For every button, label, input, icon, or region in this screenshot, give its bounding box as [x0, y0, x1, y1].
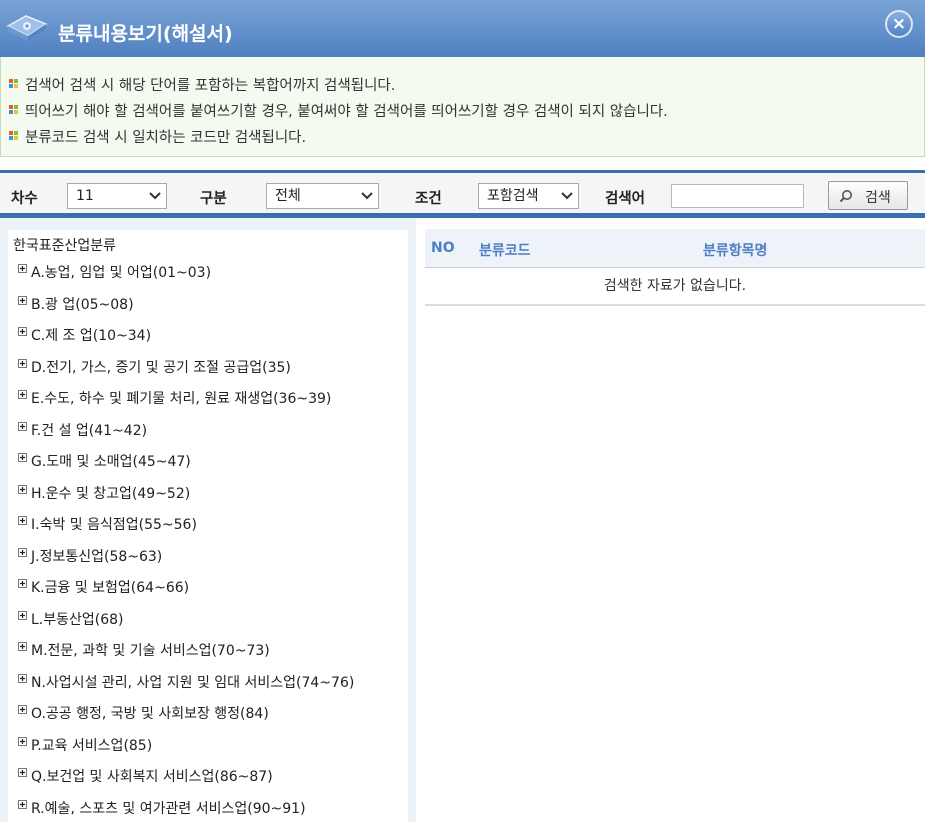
column-header-no: NO — [431, 240, 455, 256]
tree-item-label[interactable]: N.사업시설 관리, 사업 지원 및 임대 서비스업(74~76) — [31, 672, 354, 692]
expand-plus-icon[interactable] — [18, 484, 27, 494]
category-select[interactable]: 전체 — [266, 183, 379, 209]
expand-plus-icon[interactable] — [18, 736, 27, 746]
expand-plus-icon[interactable] — [18, 579, 27, 588]
title-bar: 분류내용보기(해설서) × — [0, 0, 925, 57]
tree-item[interactable]: H.운수 및 창고업(49~52) — [18, 483, 190, 505]
notice-text: 분류코드 검색 시 일치하는 코드만 검색됩니다. — [25, 130, 307, 146]
edition-label: 차수 — [11, 191, 38, 207]
tree-item[interactable]: N.사업시설 관리, 사업 지원 및 임대 서비스업(74~76) — [18, 672, 354, 694]
edition-select[interactable]: 11 — [67, 183, 167, 209]
notice-item: 분류코드 검색 시 일치하는 코드만 검색됩니다. — [9, 126, 306, 147]
search-button[interactable]: 검색 — [828, 181, 908, 210]
expand-plus-icon[interactable] — [18, 358, 27, 368]
tree-item[interactable]: B.광 업(05~08) — [18, 294, 134, 316]
close-icon: × — [891, 14, 907, 34]
tree-item-label[interactable]: E.수도, 하수 및 폐기물 처리, 원료 재생업(36~39) — [31, 388, 331, 408]
expand-plus-icon[interactable] — [18, 390, 27, 399]
expand-plus-icon[interactable] — [18, 768, 27, 777]
tree-item[interactable]: Q.보건업 및 사회복지 서비스업(86~87) — [18, 766, 273, 788]
expand-plus-icon[interactable] — [18, 705, 27, 714]
notice-item: 띄어쓰기 해야 할 검색어를 붙여쓰기할 경우, 붙여써야 할 검색어를 띄어쓰… — [9, 100, 668, 121]
window-title: 분류내용보기(해설서) — [58, 23, 233, 45]
tree-item[interactable]: C.제 조 업(10~34) — [18, 325, 151, 347]
tree-item-label[interactable]: A.농업, 임업 및 어업(01~03) — [31, 262, 211, 282]
tree-item[interactable]: F.건 설 업(41~42) — [18, 420, 147, 442]
tree-item-label[interactable]: P.교육 서비스업(85) — [31, 735, 152, 755]
tree-item-label[interactable]: R.예술, 스포츠 및 여가관련 서비스업(90~91) — [31, 798, 306, 818]
column-header-code: 분류코드 — [479, 243, 531, 259]
condition-select[interactable]: 포함검색 — [478, 183, 579, 209]
empty-message: 검색한 자료가 없습니다. — [425, 268, 925, 306]
chevron-down-icon — [561, 192, 573, 200]
tree-item-label[interactable]: G.도매 및 소매업(45~47) — [31, 451, 191, 471]
notice-item: 검색어 검색 시 해당 단어를 포함하는 복합어까지 검색됩니다. — [9, 74, 395, 95]
expand-plus-icon[interactable] — [18, 453, 27, 462]
tree-item[interactable]: G.도매 및 소매업(45~47) — [18, 451, 191, 473]
tree-item[interactable]: L.부동산업(68) — [18, 609, 124, 631]
tree-item-label[interactable]: F.건 설 업(41~42) — [31, 420, 147, 440]
bullet-icon — [9, 105, 19, 115]
tree-item[interactable]: O.공공 행정, 국방 및 사회보장 행정(84) — [18, 703, 269, 725]
expand-plus-icon[interactable] — [18, 547, 27, 557]
expand-plus-icon[interactable] — [18, 799, 27, 809]
category-tree-panel: 한국표준산업분류 A.농업, 임업 및 어업(01~03) B.광 업(05~08… — [0, 218, 416, 822]
tree-item[interactable]: D.전기, 가스, 증기 및 공기 조절 공급업(35) — [18, 357, 291, 379]
expand-plus-icon[interactable] — [18, 610, 27, 620]
notice-text: 띄어쓰기 해야 할 검색어를 붙여쓰기할 경우, 붙여써야 할 검색어를 띄어쓰… — [25, 104, 668, 120]
expand-plus-icon[interactable] — [18, 295, 27, 305]
tree-item[interactable]: J.정보통신업(58~63) — [18, 546, 162, 568]
edition-value: 11 — [76, 188, 94, 204]
category-value: 전체 — [275, 188, 301, 204]
tree-item-label[interactable]: K.금융 및 보험업(64~66) — [31, 577, 189, 597]
chevron-down-icon — [149, 192, 161, 200]
tree-item-label[interactable]: B.광 업(05~08) — [31, 294, 134, 314]
condition-value: 포함검색 — [487, 188, 539, 204]
tree-root: 한국표준산업분류 — [13, 238, 117, 254]
tree-item-label[interactable]: M.전문, 과학 및 기술 서비스업(70~73) — [31, 640, 270, 660]
tree-item[interactable]: I.숙박 및 음식점업(55~56) — [18, 514, 197, 536]
expand-plus-icon[interactable] — [18, 421, 27, 431]
tree-item-label[interactable]: D.전기, 가스, 증기 및 공기 조절 공급업(35) — [31, 357, 291, 377]
expand-plus-icon[interactable] — [18, 673, 27, 683]
chevron-down-icon — [361, 192, 373, 200]
tree-item[interactable]: R.예술, 스포츠 및 여가관련 서비스업(90~91) — [18, 798, 306, 820]
keyword-label: 검색어 — [605, 191, 646, 207]
bullet-icon — [9, 131, 19, 141]
search-button-label: 검색 — [865, 190, 891, 206]
column-header-name: 분류항목명 — [703, 243, 768, 259]
tree-item[interactable]: P.교육 서비스업(85) — [18, 735, 152, 757]
notice-box: 검색어 검색 시 해당 단어를 포함하는 복합어까지 검색됩니다. 띄어쓰기 해… — [0, 57, 925, 157]
search-bar: 차수 11 구분 전체 조건 포함검색 검색어 검색 — [0, 170, 925, 218]
results-header: NO 분류코드 분류항목명 — [425, 229, 925, 268]
expand-plus-icon[interactable] — [18, 327, 27, 336]
notice-text: 검색어 검색 시 해당 단어를 포함하는 복합어까지 검색됩니다. — [25, 78, 396, 94]
tree-item-label[interactable]: C.제 조 업(10~34) — [31, 325, 151, 345]
bullet-icon — [9, 79, 19, 89]
folder-logo-icon — [6, 15, 48, 41]
expand-plus-icon[interactable] — [18, 264, 27, 273]
tree-item-label[interactable]: H.운수 및 창고업(49~52) — [31, 483, 190, 503]
category-tree: 한국표준산업분류 A.농업, 임업 및 어업(01~03) B.광 업(05~08… — [8, 230, 408, 822]
tree-item-label[interactable]: Q.보건업 및 사회복지 서비스업(86~87) — [31, 766, 273, 786]
tree-item-label[interactable]: J.정보통신업(58~63) — [31, 546, 162, 566]
expand-plus-icon[interactable] — [18, 516, 27, 525]
search-input[interactable] — [671, 184, 804, 208]
tree-item-label[interactable]: L.부동산업(68) — [31, 609, 124, 629]
expand-plus-icon[interactable] — [18, 642, 27, 651]
category-label: 구분 — [200, 191, 227, 207]
search-icon — [839, 190, 852, 203]
close-button[interactable]: × — [885, 10, 913, 38]
tree-item-label[interactable]: I.숙박 및 음식점업(55~56) — [31, 514, 197, 534]
condition-label: 조건 — [415, 191, 442, 207]
tree-item[interactable]: M.전문, 과학 및 기술 서비스업(70~73) — [18, 640, 270, 662]
tree-item[interactable]: K.금융 및 보험업(64~66) — [18, 577, 189, 599]
tree-item-label[interactable]: O.공공 행정, 국방 및 사회보장 행정(84) — [31, 703, 269, 723]
tree-item[interactable]: E.수도, 하수 및 폐기물 처리, 원료 재생업(36~39) — [18, 388, 331, 410]
tree-item[interactable]: A.농업, 임업 및 어업(01~03) — [18, 262, 211, 284]
